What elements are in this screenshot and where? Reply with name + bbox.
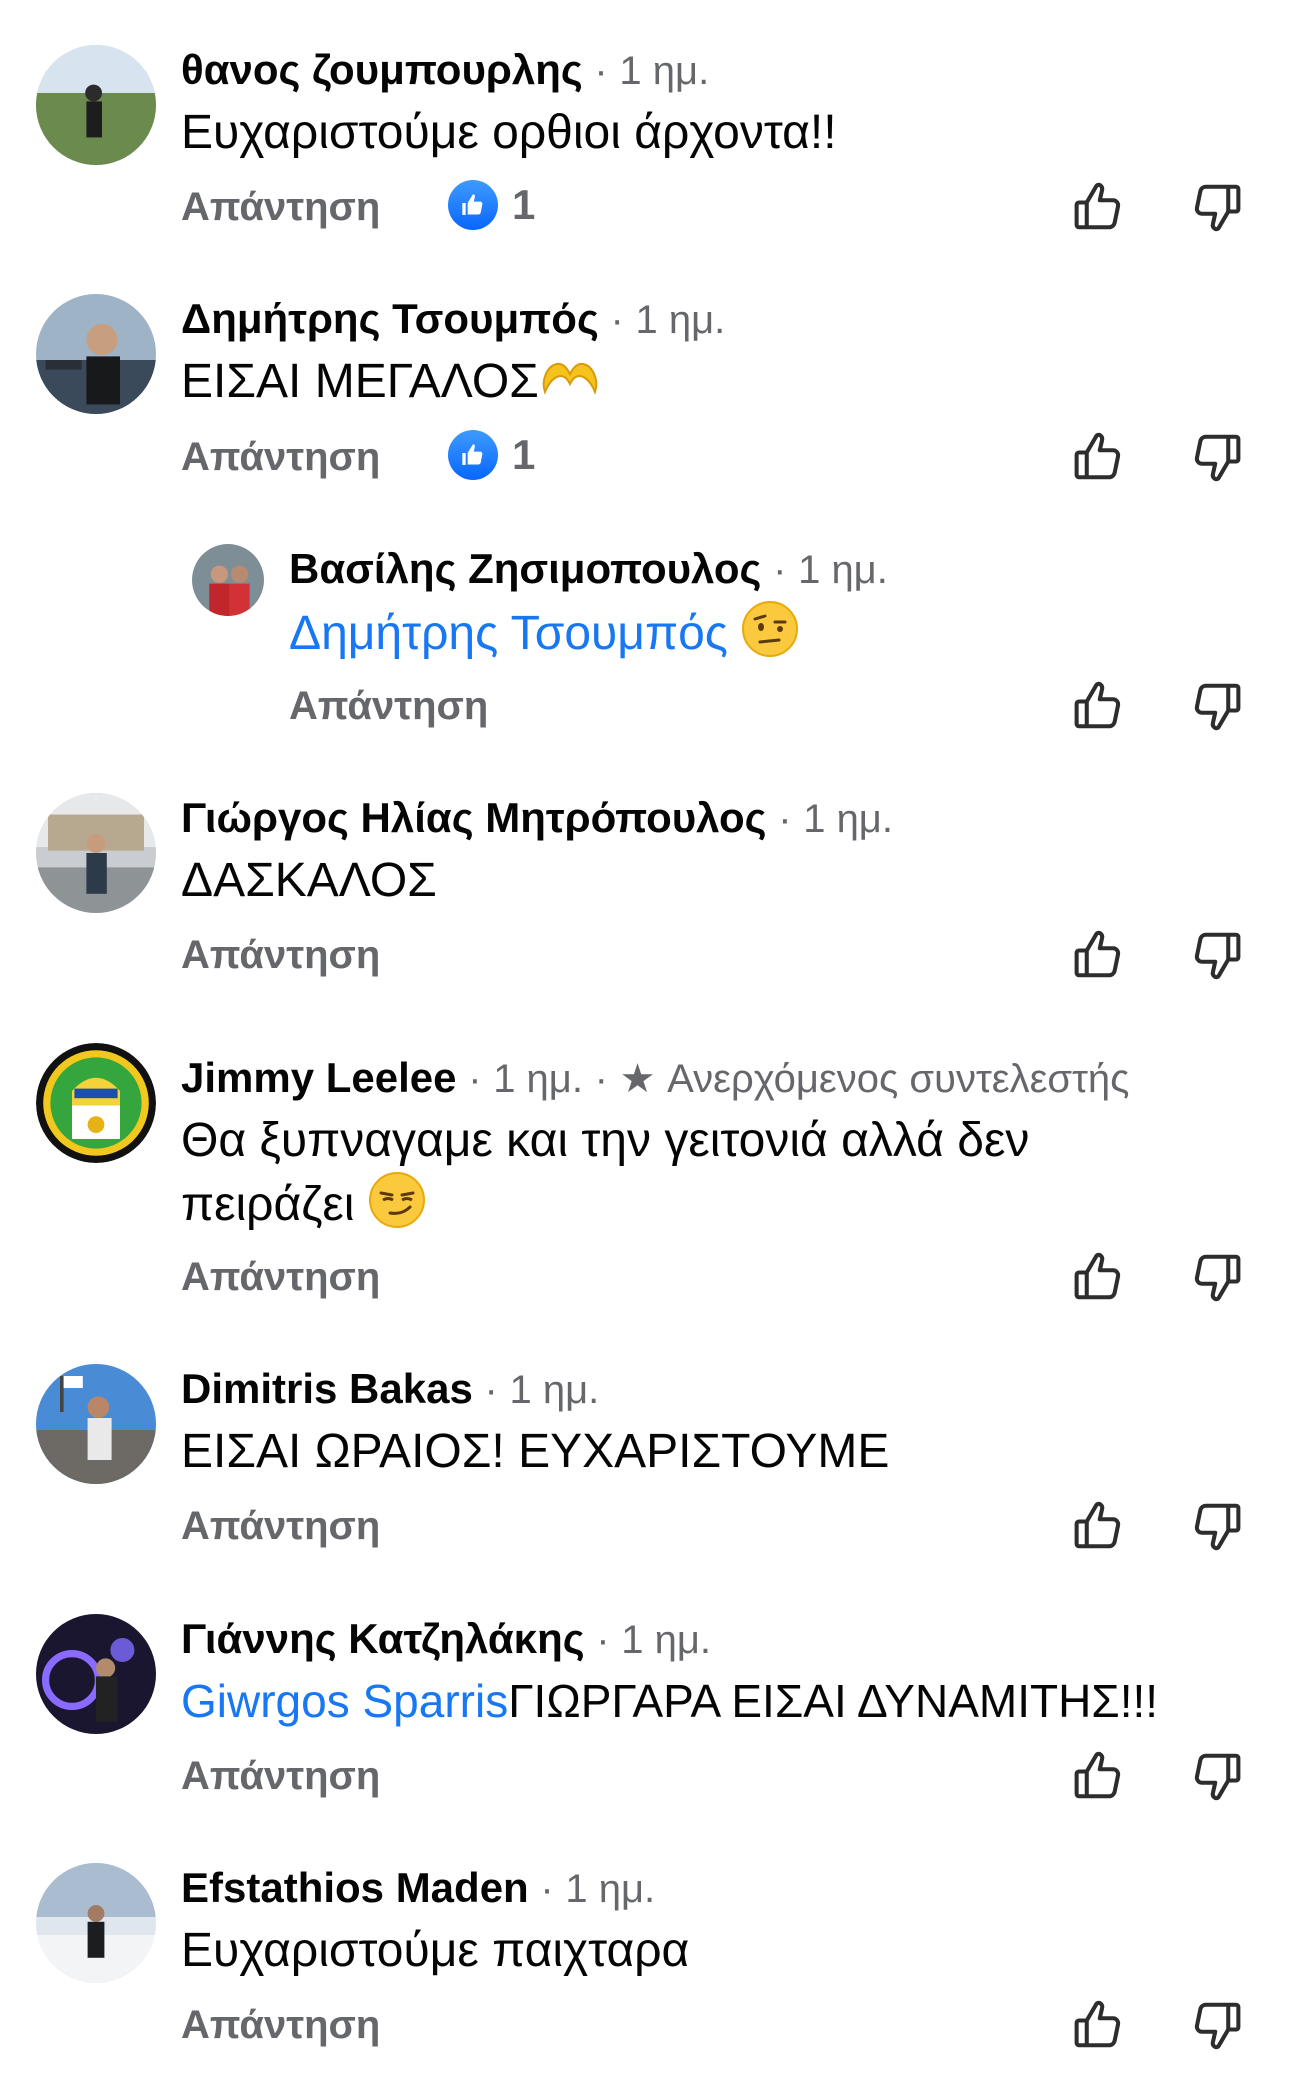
avatar[interactable] [36, 45, 156, 165]
separator: · [484, 1368, 498, 1412]
thumbs-down-icon[interactable] [1190, 1998, 1244, 2052]
timestamp[interactable]: 1 ημ. [803, 797, 893, 841]
reply-button[interactable]: Απάντηση [181, 182, 380, 232]
thumbs-down-icon[interactable] [1190, 1250, 1244, 1304]
comment-text: Δημήτρης Τσουμπός [289, 600, 799, 673]
timestamp[interactable]: 1 ημ. [565, 1867, 655, 1911]
avatar[interactable] [36, 793, 156, 913]
comment-text: Ευχαριστούμε ορθιοι άρχοντα!! [181, 106, 837, 159]
reply-button[interactable]: Απάντηση [181, 432, 380, 482]
reply-button[interactable]: Απάντηση [181, 1501, 380, 1551]
comment-text: ΕΙΣΑΙ ΩΡΑΙΟΣ! ΕΥΧΑΡΙΣΤΟΥΜΕ [181, 1425, 890, 1478]
avatar[interactable] [36, 1364, 156, 1484]
separator: · [610, 298, 624, 342]
comment-text-line1: Θα ξυπναγαμε και την γειτονιά αλλά δεν [181, 1114, 1030, 1167]
thumbs-down-icon[interactable] [1190, 180, 1244, 234]
thumbs-down-icon[interactable] [1190, 1499, 1244, 1553]
thumbs-up-icon[interactable] [1071, 1250, 1125, 1304]
raised-eyebrow-emoji [741, 600, 799, 673]
mention-link[interactable]: Giwrgos Sparris [181, 1675, 508, 1727]
thumbs-down-icon[interactable] [1190, 928, 1244, 982]
comment-text: Ευχαριστούμε παιχταρα [181, 1924, 690, 1977]
thumbs-up-icon[interactable] [1071, 1749, 1125, 1803]
timestamp[interactable]: 1 ημ. [621, 1618, 711, 1662]
like-reaction-icon [448, 180, 498, 230]
thumbs-down-icon[interactable] [1190, 1749, 1244, 1803]
thumbs-up-icon[interactable] [1071, 1499, 1125, 1553]
reply-button[interactable]: Απάντηση [181, 930, 380, 980]
comment-text-line2: πειράζει [181, 1171, 426, 1244]
thumbs-up-icon[interactable] [1071, 1998, 1125, 2052]
separator: · [596, 1618, 610, 1662]
author-name[interactable]: Efstathios Maden [181, 1864, 529, 1911]
comment-text: ΔΑΣΚΑΛΟΣ [181, 854, 437, 907]
separator: · [594, 1057, 608, 1101]
contributor-badge[interactable]: Ανερχόμενος συντελεστής [667, 1057, 1129, 1101]
separator: · [773, 548, 787, 592]
avatar[interactable] [36, 1614, 156, 1734]
avatar[interactable] [36, 1863, 156, 1983]
author-name[interactable]: Dimitris Bakas [181, 1365, 473, 1412]
thumbs-down-icon[interactable] [1190, 679, 1244, 733]
timestamp[interactable]: 1 ημ. [619, 49, 709, 93]
thumbs-down-icon[interactable] [1190, 430, 1244, 484]
thumbs-up-icon[interactable] [1071, 430, 1125, 484]
timestamp[interactable]: 1 ημ. [635, 298, 725, 342]
reply-button[interactable]: Απάντηση [181, 1252, 380, 1302]
reply-button[interactable]: Απάντηση [181, 1751, 380, 1801]
reaction-summary[interactable]: 1 [448, 180, 535, 230]
comment-text: ΕΙΣΑΙ ΜΕΓΑΛΟΣ [181, 351, 601, 417]
author-name[interactable]: Γιάννης Κατζηλάκης [181, 1615, 585, 1662]
avatar[interactable] [36, 1043, 156, 1163]
avatar[interactable] [192, 544, 264, 616]
smirking-face-emoji [368, 1171, 426, 1244]
thumbs-up-icon[interactable] [1071, 928, 1125, 982]
separator: · [778, 797, 792, 841]
comment-text-body: ΕΙΣΑΙ ΜΕΓΑΛΟΣ [181, 355, 539, 408]
reaction-count: 1 [512, 181, 536, 228]
author-name[interactable]: θανος ζουμπουρλης [181, 46, 583, 93]
author-name[interactable]: Βασίλης Ζησιμοπουλος [289, 545, 761, 592]
separator: · [468, 1057, 482, 1101]
timestamp[interactable]: 1 ημ. [493, 1057, 583, 1101]
reaction-count: 1 [512, 431, 536, 478]
author-name[interactable]: Δημήτρης Τσουμπός [181, 295, 599, 342]
author-name[interactable]: Γιώργος Ηλίας Μητρόπουλος [181, 794, 767, 841]
heart-hands-emoji [539, 352, 601, 417]
separator: · [594, 49, 608, 93]
thumbs-up-icon[interactable] [1071, 180, 1125, 234]
reply-button[interactable]: Απάντηση [289, 681, 488, 731]
reaction-summary[interactable]: 1 [448, 430, 535, 480]
comment-text: Giwrgos SparrisΓΙΩΡΓΑΡΑ ΕΙΣΑΙ ΔΥΝΑΜΙΤΗΣ!… [181, 1671, 1158, 1732]
timestamp[interactable]: 1 ημ. [798, 548, 888, 592]
author-name[interactable]: Jimmy Leelee [181, 1054, 457, 1101]
comment-text-body: ΓΙΩΡΓΑΡΑ ΕΙΣΑΙ ΔΥΝΑΜΙΤΗΣ!!! [508, 1675, 1159, 1727]
reply-button[interactable]: Απάντηση [181, 2000, 380, 2050]
avatar[interactable] [36, 294, 156, 414]
thumbs-up-icon[interactable] [1071, 679, 1125, 733]
timestamp[interactable]: 1 ημ. [509, 1368, 599, 1412]
star-icon: ★ [619, 1057, 656, 1101]
separator: · [540, 1867, 554, 1911]
comment-text-body: πειράζει [181, 1178, 355, 1232]
like-reaction-icon [448, 430, 498, 480]
mention-link[interactable]: Δημήτρης Τσουμπός [289, 607, 728, 660]
